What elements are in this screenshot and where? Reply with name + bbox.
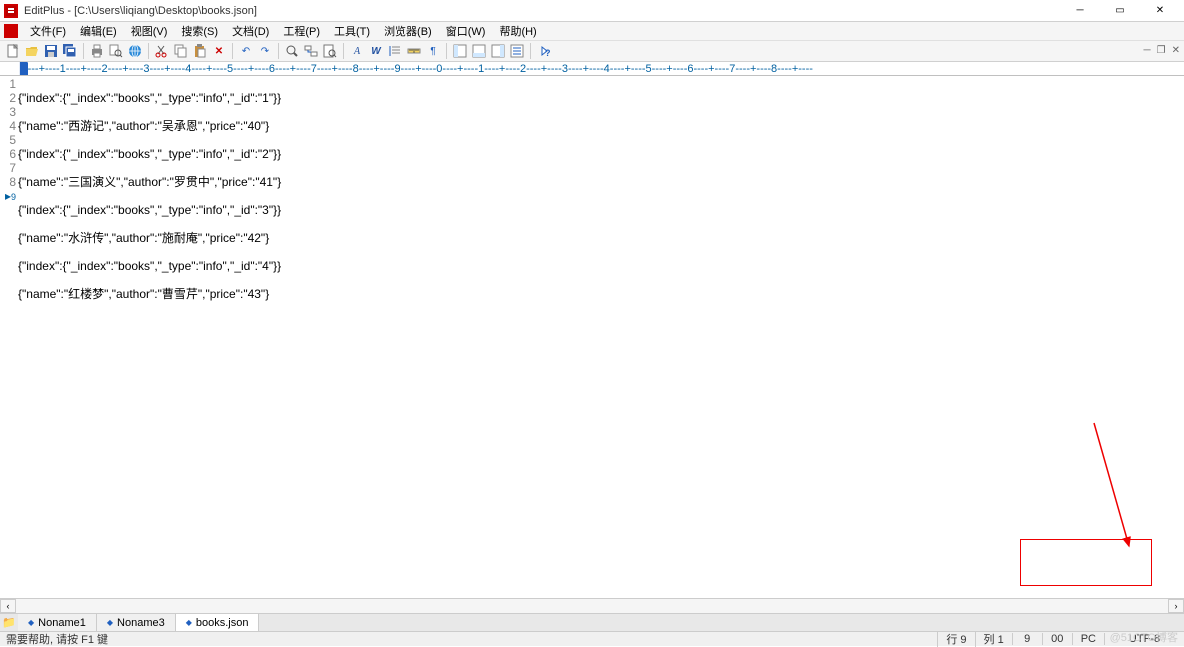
- modified-icon: ◆: [28, 618, 34, 627]
- print-preview-icon[interactable]: [107, 42, 125, 60]
- code-line[interactable]: {"index":{"_index":"books","_type":"info…: [18, 203, 1184, 217]
- status-total: 9: [1012, 633, 1042, 645]
- status-line: 行 9: [937, 631, 974, 647]
- menu-view[interactable]: 视图(V): [125, 22, 174, 40]
- editor-area[interactable]: 12345678 ▸9 {"index":{"_index":"books","…: [0, 76, 1184, 598]
- window-title: EditPlus - [C:\Users\liqiang\Desktop\boo…: [24, 5, 1060, 17]
- help-icon[interactable]: ?: [535, 42, 553, 60]
- minimize-button[interactable]: ─: [1060, 2, 1100, 20]
- mdi-restore-icon[interactable]: ❐: [1157, 45, 1166, 56]
- status-platform: PC: [1072, 633, 1104, 645]
- title-bar: EditPlus - [C:\Users\liqiang\Desktop\boo…: [0, 0, 1184, 22]
- output-panel-icon[interactable]: [470, 42, 488, 60]
- ruler: █---+----1----+----2----+----3----+----4…: [0, 62, 1184, 76]
- status-bar: 需要帮助, 请按 F1 键 行 9 列 1 9 00 PC UTF-8: [0, 631, 1184, 646]
- code-line[interactable]: {"name":"西游记","author":"吴承恩","price":"40…: [18, 119, 1184, 133]
- app-menu-icon: [4, 24, 18, 38]
- code-content[interactable]: {"index":{"_index":"books","_type":"info…: [18, 76, 1184, 598]
- menu-search[interactable]: 搜索(S): [175, 22, 224, 40]
- browser-icon[interactable]: [126, 42, 144, 60]
- window-controls: ─ ▭ ✕: [1060, 2, 1180, 20]
- menu-help[interactable]: 帮助(H): [493, 22, 542, 40]
- scroll-right-button[interactable]: ›: [1168, 599, 1184, 613]
- find-in-files-icon[interactable]: [321, 42, 339, 60]
- modified-icon: ◆: [107, 618, 113, 627]
- menu-window[interactable]: 窗口(W): [440, 22, 492, 40]
- tab-noname3[interactable]: ◆Noname3: [97, 614, 176, 631]
- paste-icon[interactable]: [191, 42, 209, 60]
- undo-icon[interactable]: ↶: [237, 42, 255, 60]
- mdi-minimize-icon[interactable]: ─: [1144, 45, 1151, 56]
- menu-file[interactable]: 文件(F): [24, 22, 72, 40]
- horizontal-scrollbar[interactable]: ‹ ›: [0, 598, 1184, 613]
- scroll-left-button[interactable]: ‹: [0, 599, 16, 613]
- code-line[interactable]: {"name":"三国演义","author":"罗贯中","price":"4…: [18, 175, 1184, 189]
- menu-bar: 文件(F) 编辑(E) 视图(V) 搜索(S) 文档(D) 工程(P) 工具(T…: [0, 22, 1184, 40]
- copy-icon[interactable]: [172, 42, 190, 60]
- menu-tools[interactable]: 工具(T): [328, 22, 376, 40]
- ruler-icon[interactable]: [405, 42, 423, 60]
- show-invisibles-icon[interactable]: ¶: [424, 42, 442, 60]
- line-numbers-icon[interactable]: [386, 42, 404, 60]
- tab-noname1[interactable]: ◆Noname1: [18, 614, 97, 631]
- close-button[interactable]: ✕: [1140, 2, 1180, 20]
- code-line[interactable]: {"name":"红楼梦","author":"曹雪芹","price":"43…: [18, 287, 1184, 301]
- save-icon[interactable]: [42, 42, 60, 60]
- document-tabs: 📁 ◆Noname1 ◆Noname3 ◆books.json: [0, 613, 1184, 631]
- dir-panel-icon[interactable]: [451, 42, 469, 60]
- modified-icon: ◆: [186, 618, 192, 627]
- menu-browser[interactable]: 浏览器(B): [378, 22, 438, 40]
- word-wrap-icon[interactable]: W: [367, 42, 385, 60]
- app-icon: [4, 4, 18, 18]
- font-style-icon[interactable]: A: [348, 42, 366, 60]
- code-line[interactable]: {"index":{"_index":"books","_type":"info…: [18, 147, 1184, 161]
- tab-books-json[interactable]: ◆books.json: [176, 614, 260, 631]
- mdi-controls: ─ ❐ ✕: [1144, 45, 1180, 56]
- menu-project[interactable]: 工程(P): [277, 22, 326, 40]
- folder-icon[interactable]: 📁: [0, 614, 18, 631]
- find-icon[interactable]: [283, 42, 301, 60]
- mdi-close-icon[interactable]: ✕: [1172, 45, 1180, 56]
- svg-text:?: ?: [545, 48, 551, 58]
- code-line[interactable]: {"index":{"_index":"books","_type":"info…: [18, 91, 1184, 105]
- toolbar: ✕ ↶ ↷ A W ¶ ?: [0, 40, 1184, 62]
- replace-icon[interactable]: [302, 42, 320, 60]
- code-line[interactable]: {"index":{"_index":"books","_type":"info…: [18, 259, 1184, 273]
- maximize-button[interactable]: ▭: [1100, 2, 1140, 20]
- function-list-icon[interactable]: [508, 42, 526, 60]
- menu-doc[interactable]: 文档(D): [226, 22, 275, 40]
- status-code: 00: [1042, 633, 1072, 645]
- menu-edit[interactable]: 编辑(E): [74, 22, 123, 40]
- status-hint: 需要帮助, 请按 F1 键: [0, 631, 937, 647]
- save-all-icon[interactable]: [61, 42, 79, 60]
- cut-icon[interactable]: [153, 42, 171, 60]
- cliptext-panel-icon[interactable]: [489, 42, 507, 60]
- open-file-icon[interactable]: [23, 42, 41, 60]
- status-col: 列 1: [975, 631, 1012, 647]
- line-gutter: 12345678 ▸9: [0, 76, 18, 598]
- code-line[interactable]: {"name":"水浒传","author":"施耐庵","price":"42…: [18, 231, 1184, 245]
- print-icon[interactable]: [88, 42, 106, 60]
- redo-icon[interactable]: ↷: [256, 42, 274, 60]
- scroll-track[interactable]: [16, 599, 1168, 613]
- delete-icon[interactable]: ✕: [210, 42, 228, 60]
- watermark: @51CTO博客: [1110, 629, 1178, 645]
- new-file-icon[interactable]: [4, 42, 22, 60]
